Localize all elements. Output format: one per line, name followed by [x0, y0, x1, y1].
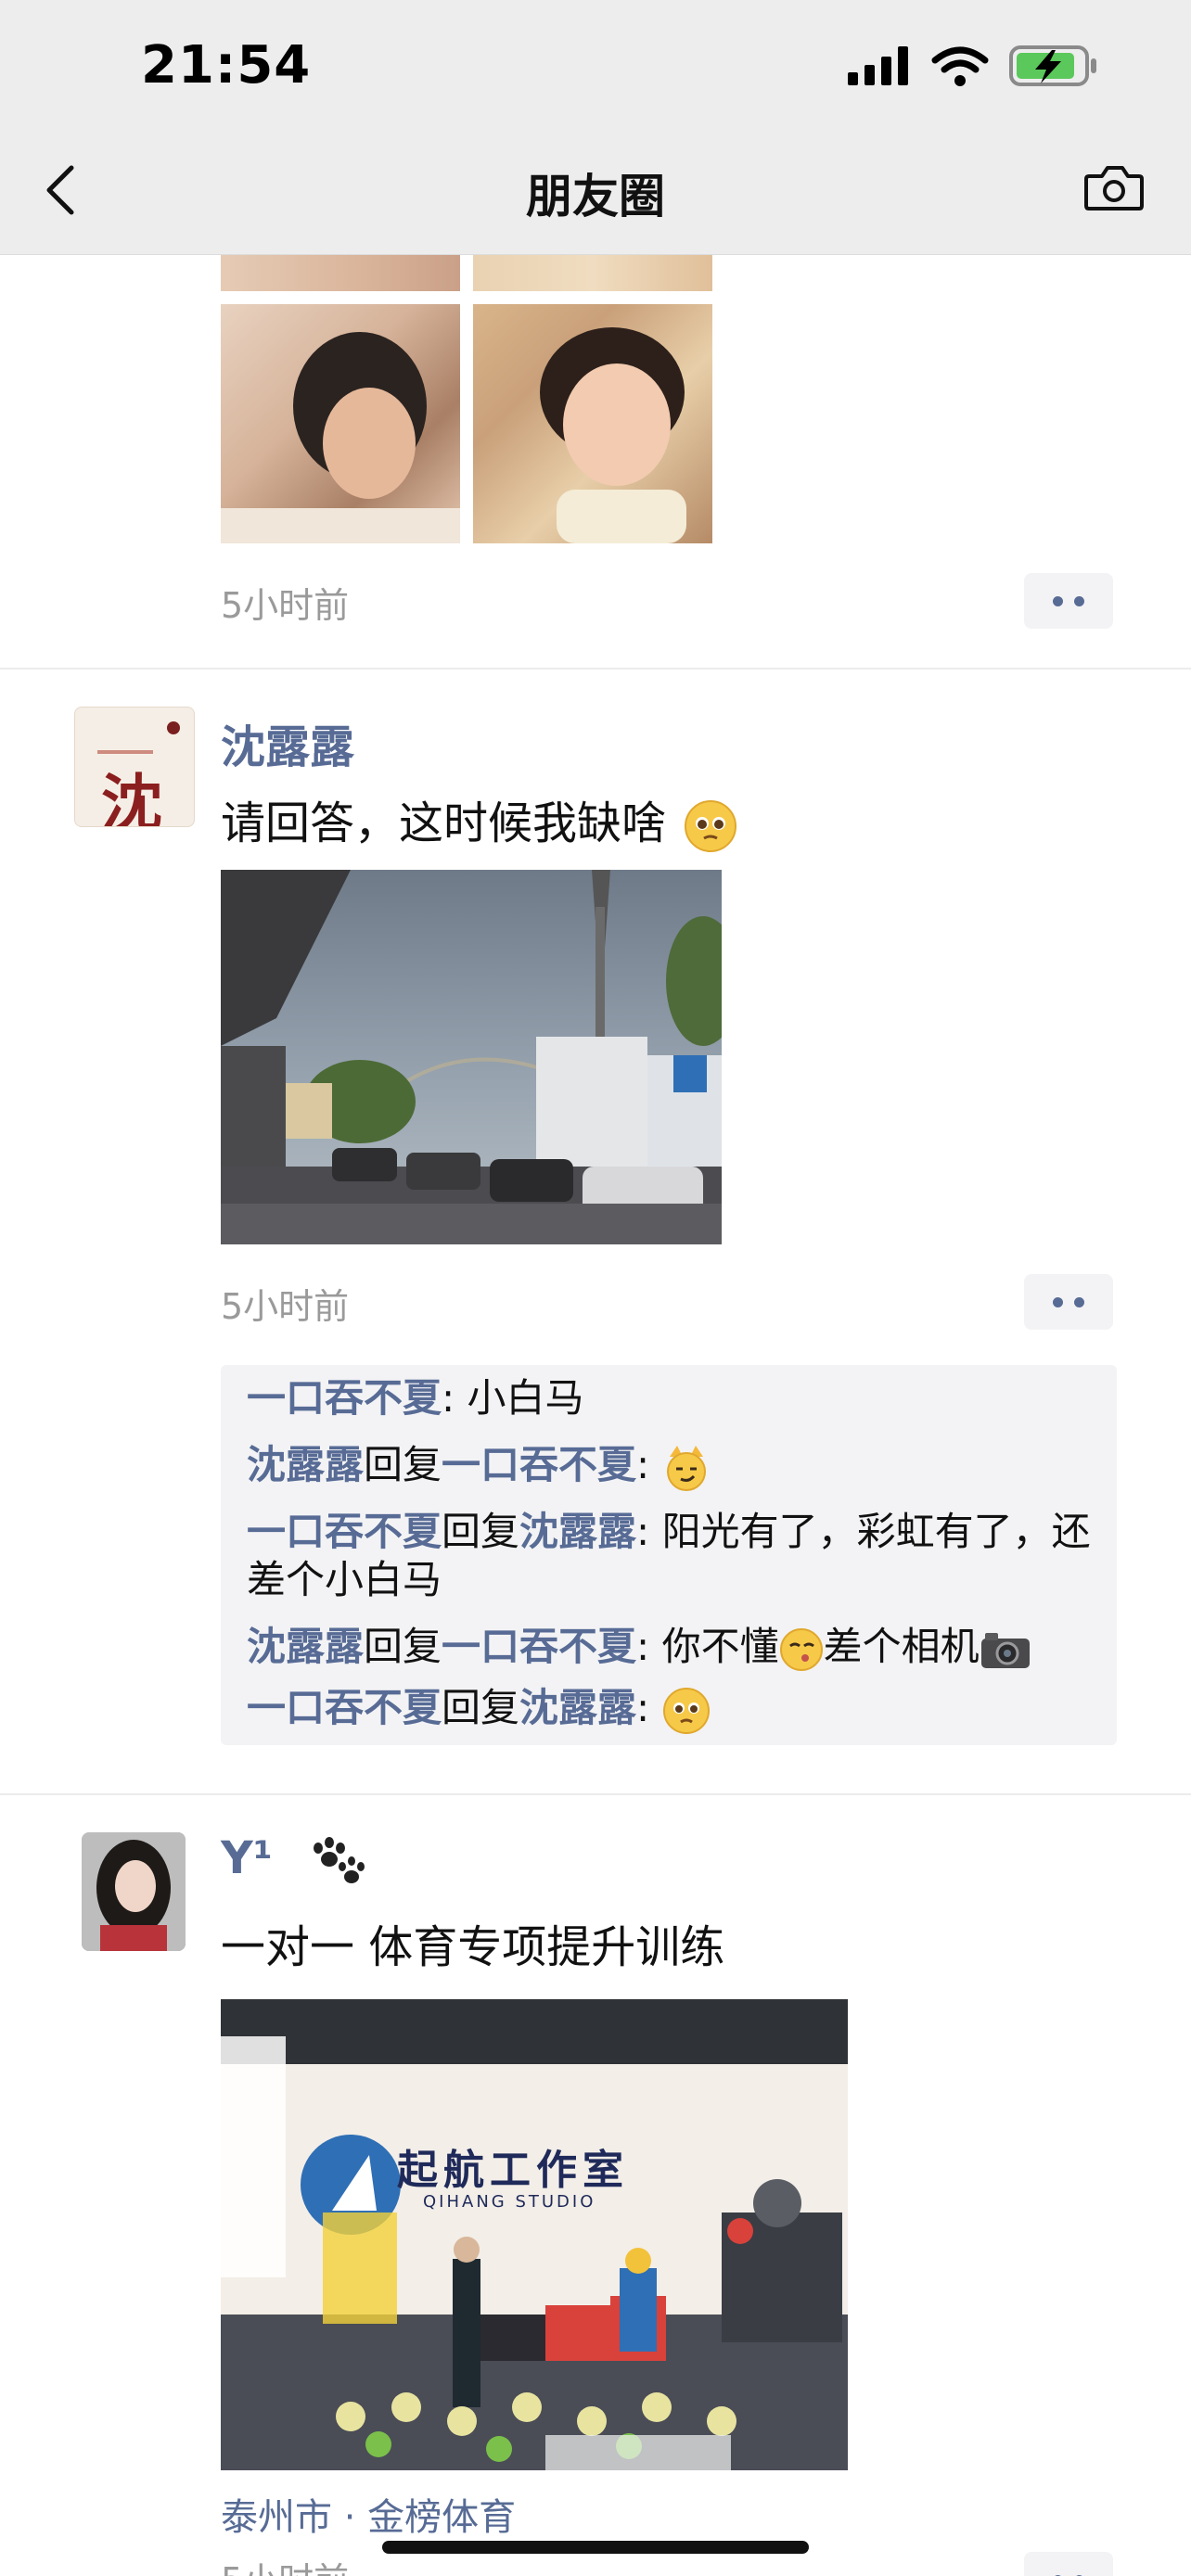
post-divider [0, 668, 1191, 670]
comment-text: 差个相机 [823, 1624, 980, 1669]
comment-row[interactable]: 沈露露回复一口吞不夏: 你不懂 差个相机 [247, 1623, 1100, 1672]
post3-text: 一对一 体育专项提升训练 [221, 1921, 725, 1973]
comment-author[interactable]: 一口吞不夏 [247, 1509, 442, 1554]
post2-comments: 一口吞不夏: 小白马 沈露露回复一口吞不夏: 一口吞不夏回复沈露露: 阳光有了，… [221, 1365, 1117, 1745]
post2-photo-street-rainbow[interactable] [221, 870, 722, 1244]
post1-timestamp: 5小时前 [221, 585, 350, 626]
studio-illustration [221, 1999, 848, 2470]
status-icons [848, 45, 1098, 87]
top-bar: 21:54 朋友圈 [0, 0, 1191, 255]
comment-reply-to[interactable]: 沈露露 [519, 1685, 636, 1730]
cellular-signal-icon [848, 46, 908, 85]
post3-avatar[interactable] [82, 1832, 186, 1951]
post2-text: 请回答，这时候我缺啥 [221, 786, 737, 853]
comment-separator: : [636, 1509, 662, 1554]
more-dot [1074, 595, 1084, 606]
paw-prints-icon [313, 1837, 365, 1883]
battery-charging-icon [1009, 45, 1096, 86]
post3-location[interactable]: 泰州市 · 金榜体育 [221, 2487, 516, 2541]
kissing-face-emoji-icon [779, 1627, 823, 1671]
post2-avatar[interactable]: 沈 [74, 707, 195, 827]
pleading-face-emoji-icon [662, 1687, 710, 1734]
home-indicator[interactable] [382, 2541, 809, 2554]
post2-more-button[interactable] [1024, 1274, 1113, 1330]
wifi-icon [931, 46, 989, 86]
comment-separator: : [442, 1375, 467, 1421]
post3-timestamp: 5小时前 [221, 2552, 349, 2576]
post3-username[interactable]: Y¹ [221, 1832, 370, 1887]
comment-separator: : [636, 1442, 662, 1487]
pleading-face-emoji-icon [685, 800, 737, 852]
page-title: 朋友圈 [526, 170, 665, 223]
comment-author[interactable]: 沈露露 [247, 1442, 364, 1487]
comment-reply-word: 回复 [364, 1442, 442, 1487]
camera-button[interactable] [1083, 159, 1145, 215]
post1-more-button[interactable] [1024, 573, 1113, 629]
more-dot [1053, 1296, 1063, 1307]
avatar-character: 沈 [101, 767, 162, 827]
comment-reply-word: 回复 [364, 1624, 442, 1669]
comment-author[interactable]: 一口吞不夏 [247, 1375, 442, 1421]
post1-photo-child-front[interactable] [473, 304, 712, 543]
moments-screen: 5小时前 沈 沈露露 请回答，这时候我缺啥 5小时前 一口吞不夏: 小白马 沈露… [0, 0, 1191, 2576]
comment-separator: : [636, 1685, 662, 1730]
comment-row[interactable]: 一口吞不夏: 小白马 [247, 1374, 1100, 1422]
studio-sign-chinese: 起航工作室 [397, 2147, 629, 2194]
post1-photo-child-side[interactable] [221, 304, 460, 543]
more-dot [1053, 595, 1063, 606]
comment-separator: : [636, 1624, 662, 1669]
comment-reply-to[interactable]: 沈露露 [519, 1509, 636, 1554]
smirking-cat-emoji-icon [666, 1445, 706, 1491]
post3-username-text: Y¹ [221, 1832, 273, 1884]
post3-more-button[interactable] [1024, 2552, 1113, 2576]
comment-reply-to[interactable]: 一口吞不夏 [442, 1624, 636, 1669]
moments-feed[interactable]: 5小时前 沈 沈露露 请回答，这时候我缺啥 5小时前 一口吞不夏: 小白马 沈露… [0, 0, 1191, 2576]
comment-author[interactable]: 沈露露 [247, 1624, 364, 1669]
comment-text: 你不懂 [661, 1624, 779, 1669]
post-divider [0, 1793, 1191, 1795]
status-time: 21:54 [141, 35, 312, 96]
comment-reply-word: 回复 [442, 1685, 520, 1730]
more-dot [1074, 1296, 1084, 1307]
post3-photo-studio[interactable]: 起航工作室 QIHANG STUDIO [221, 1999, 848, 2470]
camera-emoji-icon [980, 1632, 1030, 1668]
post2-timestamp: 5小时前 [221, 1286, 350, 1327]
street-rainbow-illustration [221, 870, 722, 1244]
camera-icon [1084, 166, 1144, 210]
child-side-illustration [221, 332, 460, 543]
comment-reply-to[interactable]: 一口吞不夏 [442, 1442, 636, 1487]
comment-row[interactable]: 一口吞不夏回复沈露露: 阳光有了，彩虹有了，还差个小白马 [247, 1508, 1100, 1604]
comment-row[interactable]: 沈露露回复一口吞不夏: [247, 1441, 1100, 1492]
comment-reply-word: 回复 [442, 1509, 520, 1554]
comment-row[interactable]: 一口吞不夏回复沈露露: [247, 1684, 1100, 1735]
post2-text-content: 请回答，这时候我缺啥 [221, 797, 667, 849]
post2-username[interactable]: 沈露露 [221, 710, 354, 775]
child-front-illustration [540, 327, 686, 543]
comment-author[interactable]: 一口吞不夏 [247, 1685, 442, 1730]
comment-text: 小白马 [467, 1375, 584, 1421]
avatar-portrait-illustration [82, 1832, 186, 1951]
studio-sign-english: QIHANG STUDIO [423, 2192, 596, 2212]
